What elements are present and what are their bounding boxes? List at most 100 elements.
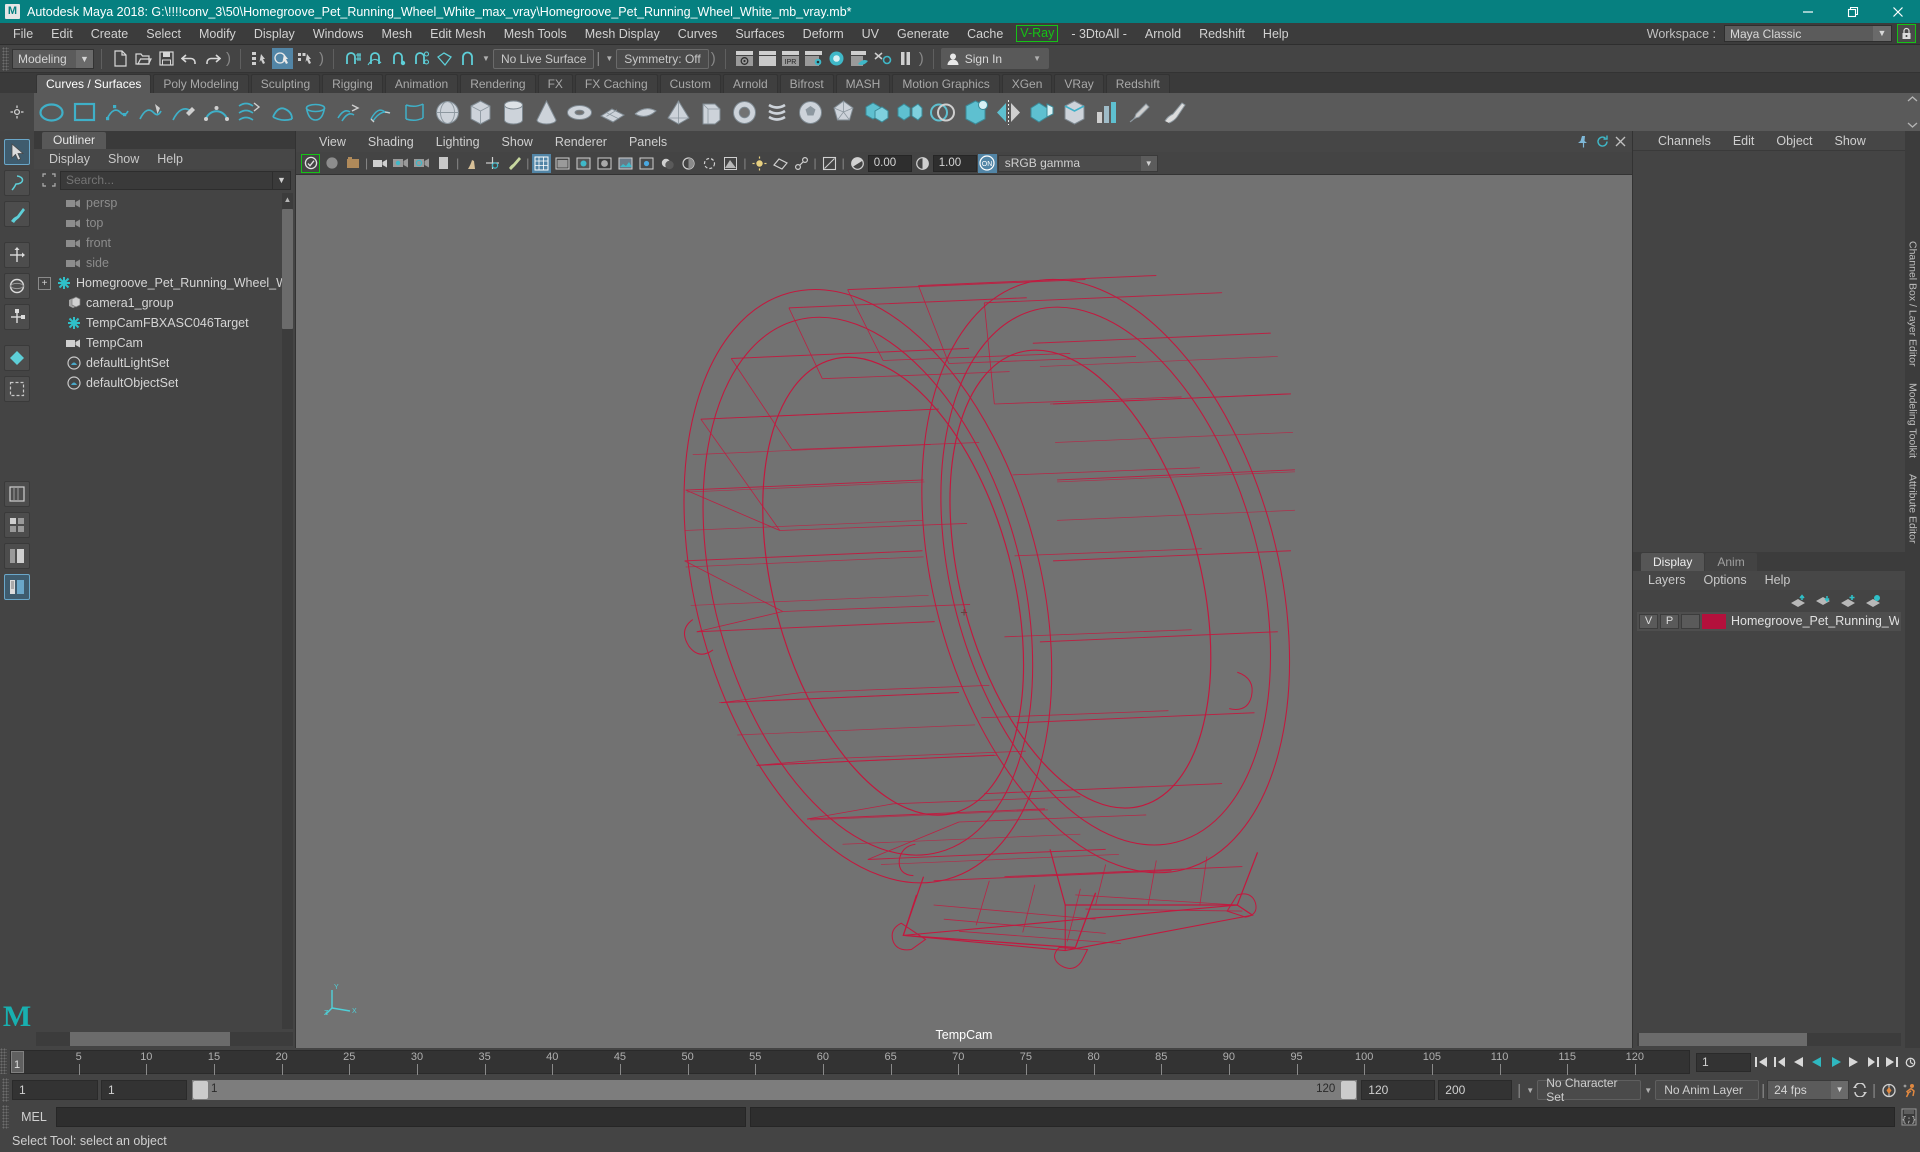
layer-menu-help[interactable]: Help [1756, 573, 1800, 587]
boolean-icon[interactable] [927, 97, 958, 128]
menu-cache[interactable]: Cache [958, 23, 1012, 45]
viewport-menu-lighting[interactable]: Lighting [425, 135, 491, 149]
outliner-item-homegroove-wheel[interactable]: + Homegroove_Pet_Running_Wheel_W [34, 273, 295, 293]
command-language-label[interactable]: MEL [12, 1110, 56, 1124]
layer-horizontal-scrollbar[interactable] [1637, 1033, 1901, 1046]
menu-create[interactable]: Create [82, 23, 138, 45]
camera-settings-icon[interactable] [392, 154, 411, 173]
menu-redshift[interactable]: Redshift [1190, 23, 1254, 45]
snap-to-grid-icon[interactable] [342, 48, 363, 69]
outliner-tab[interactable]: Outliner [42, 132, 107, 149]
shelf-tab-animation[interactable]: Animation [384, 74, 459, 93]
outliner-item-side[interactable]: side [34, 253, 295, 273]
new-scene-icon[interactable] [110, 48, 131, 69]
restore-button[interactable] [1830, 0, 1875, 23]
move-layer-down-icon[interactable] [1812, 592, 1833, 610]
hypershade-icon[interactable] [826, 48, 847, 69]
layer-tab-anim[interactable]: Anim [1705, 552, 1757, 571]
poly-torus-icon[interactable] [564, 97, 595, 128]
boundary-surface-icon[interactable] [399, 97, 430, 128]
extract-faces-icon[interactable] [1026, 97, 1057, 128]
time-slider[interactable]: 1 5 10 15 20 25 30 35 40 45 50 55 60 65 70 75 80 85 90 95 1… [10, 1050, 1690, 1075]
shelf-overflow-handle[interactable] [1906, 95, 1918, 129]
render-current-frame-icon[interactable] [734, 48, 755, 69]
range-end-field[interactable]: 1 [101, 1080, 187, 1100]
chevron-down-icon[interactable]: ▼ [273, 170, 291, 190]
exposure-reset-icon[interactable] [820, 154, 839, 173]
playback-speed-select[interactable]: 24 fps ▼ [1767, 1080, 1850, 1100]
chevron-down-icon[interactable]: ▼ [479, 54, 493, 63]
layer-tab-display[interactable]: Display [1641, 552, 1705, 571]
playback-end-field[interactable]: 120 [1361, 1080, 1436, 1100]
smooth-mesh-icon[interactable] [960, 97, 991, 128]
new-layer-from-selection-icon[interactable] [1862, 592, 1883, 610]
outliner-item-default-light-set[interactable]: defaultLightSet [34, 353, 295, 373]
outliner-item-top[interactable]: top [34, 213, 295, 233]
layer-menu-options[interactable]: Options [1695, 573, 1756, 587]
redo-icon[interactable] [202, 48, 223, 69]
menu-windows[interactable]: Windows [304, 23, 373, 45]
paint-tool-icon[interactable] [1158, 97, 1189, 128]
viewport-pin-icon[interactable] [1577, 135, 1590, 148]
outliner-item-camera1-group[interactable]: camera1_group [34, 293, 295, 313]
outliner-item-tempcam-target[interactable]: TempCamFBXASC046Target [34, 313, 295, 333]
shaded-textured-icon[interactable] [574, 154, 593, 173]
layout-quad-icon[interactable] [4, 512, 30, 538]
ep-curve-tool-icon[interactable] [135, 97, 166, 128]
poly-disc-icon[interactable] [630, 97, 661, 128]
revolve-surface-icon[interactable] [300, 97, 331, 128]
time-cursor[interactable]: 1 [11, 1051, 24, 1073]
layer-row[interactable]: V P Homegroove_Pet_Running_Wl [1637, 611, 1901, 631]
wireframe-shading-icon[interactable] [532, 153, 552, 173]
poly-pyramid-icon[interactable] [663, 97, 694, 128]
poly-plane-icon[interactable] [597, 97, 628, 128]
viewport-menu-panels[interactable]: Panels [618, 135, 678, 149]
rotate-tool-icon[interactable] [4, 273, 30, 299]
arc-three-point-icon[interactable] [201, 97, 232, 128]
show-manipulator-tool-icon[interactable] [4, 376, 30, 402]
ipr-render-icon[interactable]: IPR [780, 48, 801, 69]
viewport-menu-show[interactable]: Show [491, 135, 544, 149]
use-all-lights-icon[interactable] [637, 154, 656, 173]
playback-loop-icon[interactable] [1850, 1081, 1869, 1100]
move-tool-icon[interactable] [4, 242, 30, 268]
menu-deform[interactable]: Deform [794, 23, 853, 45]
grease-pencil-icon[interactable] [504, 154, 523, 173]
camera-attributes-icon[interactable] [343, 154, 362, 173]
channelbox-menu-object[interactable]: Object [1765, 134, 1823, 148]
menu-select[interactable]: Select [137, 23, 190, 45]
use-default-material-icon[interactable] [595, 154, 614, 173]
toolbar-grip[interactable] [2, 46, 9, 71]
menuset-select[interactable]: Modeling ▼ [12, 48, 94, 69]
layout-outliner-persp-icon[interactable] [4, 574, 30, 600]
menu-uv[interactable]: UV [853, 23, 888, 45]
channel-box-content[interactable] [1633, 151, 1905, 552]
outliner-menu-help[interactable]: Help [148, 152, 192, 166]
script-editor-icon[interactable]: {;} [1898, 1106, 1920, 1128]
menu-3dtoall[interactable]: - 3DtoAll - [1062, 23, 1136, 45]
screen-space-ao-icon[interactable] [679, 154, 698, 173]
outliner-vertical-scrollbar[interactable]: ▲ [282, 193, 293, 1029]
timeline-grip[interactable] [0, 1048, 7, 1074]
shelf-tab-poly-modeling[interactable]: Poly Modeling [153, 74, 249, 93]
make-live-icon[interactable] [457, 48, 478, 69]
color-management-toggle-icon[interactable]: ON [977, 153, 997, 173]
viewport-canvas[interactable]: + Y X Z TempCam [296, 175, 1632, 1048]
range-start-handle[interactable] [193, 1081, 208, 1099]
paint-select-tool-icon[interactable] [4, 201, 30, 227]
channelbox-menu-show[interactable]: Show [1824, 134, 1877, 148]
shelf-tab-arnold[interactable]: Arnold [722, 74, 778, 93]
scroll-thumb[interactable] [70, 1032, 230, 1046]
layer-menu-layers[interactable]: Layers [1639, 573, 1695, 587]
menu-generate[interactable]: Generate [888, 23, 958, 45]
xray-joints-icon[interactable] [792, 154, 811, 173]
menu-mesh-tools[interactable]: Mesh Tools [495, 23, 576, 45]
save-scene-icon[interactable] [156, 48, 177, 69]
shelf-tab-custom[interactable]: Custom [659, 74, 721, 93]
image-plane-icon[interactable] [434, 154, 453, 173]
shelf-tab-curves-surfaces[interactable]: Curves / Surfaces [36, 74, 152, 93]
select-by-hierarchy-icon[interactable] [249, 48, 270, 69]
bookmark-camera-icon[interactable] [371, 154, 390, 173]
shelf-tab-vray[interactable]: VRay [1054, 74, 1104, 93]
shelf-tab-fx[interactable]: FX [537, 74, 573, 93]
